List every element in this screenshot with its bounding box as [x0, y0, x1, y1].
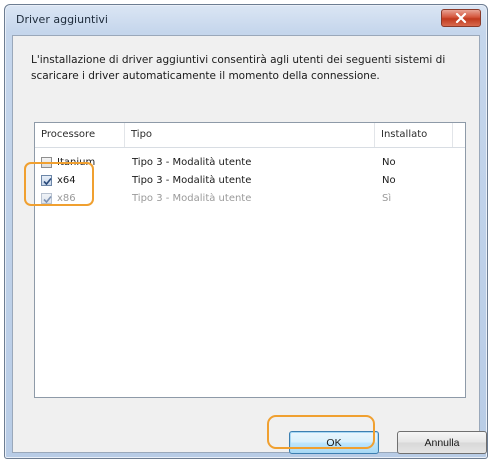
list-row-x86[interactable]: x86 Tipo 3 - Modalità utente Sì — [35, 190, 465, 208]
dialog-content: L'installazione di driver aggiuntivi con… — [12, 35, 487, 454]
checkbox-itanium[interactable] — [41, 157, 52, 168]
installato-cell: Sì — [382, 193, 392, 204]
installato-cell: No — [382, 175, 396, 186]
processore-cell: x86 — [57, 193, 76, 204]
tipo-cell: Tipo 3 - Modalità utente — [132, 193, 252, 204]
ok-button[interactable]: OK — [289, 431, 379, 454]
close-button[interactable] — [441, 9, 481, 27]
checkbox-x64[interactable] — [41, 175, 52, 186]
column-header-installato[interactable]: Installato — [375, 123, 453, 147]
processore-cell: Itanium — [57, 157, 96, 168]
processore-cell: x64 — [57, 175, 76, 186]
tipo-cell: Tipo 3 - Modalità utente — [132, 175, 252, 186]
checkmark-icon — [43, 195, 52, 204]
cancel-button[interactable]: Annulla — [397, 431, 487, 454]
list-header: Processore Tipo Installato — [35, 123, 465, 148]
column-header-tipo[interactable]: Tipo — [125, 123, 375, 147]
driver-list[interactable]: Processore Tipo Installato Itanium Tipo … — [34, 122, 466, 398]
column-header-processore[interactable]: Processore — [35, 123, 125, 147]
dialog-window: Driver aggiuntivi L'installazione di dri… — [4, 4, 488, 459]
list-row-x64[interactable]: x64 Tipo 3 - Modalità utente No — [35, 172, 465, 190]
tipo-cell: Tipo 3 - Modalità utente — [132, 157, 252, 168]
description-text: L'installazione di driver aggiuntivi con… — [31, 54, 446, 82]
checkmark-icon — [43, 177, 52, 186]
title-bar: Driver aggiuntivi — [5, 5, 487, 35]
list-row-itanium[interactable]: Itanium Tipo 3 - Modalità utente No — [35, 154, 465, 172]
close-icon — [455, 13, 467, 23]
installato-cell: No — [382, 157, 396, 168]
window-title: Driver aggiuntivi — [16, 13, 108, 26]
checkbox-x86 — [41, 193, 52, 204]
